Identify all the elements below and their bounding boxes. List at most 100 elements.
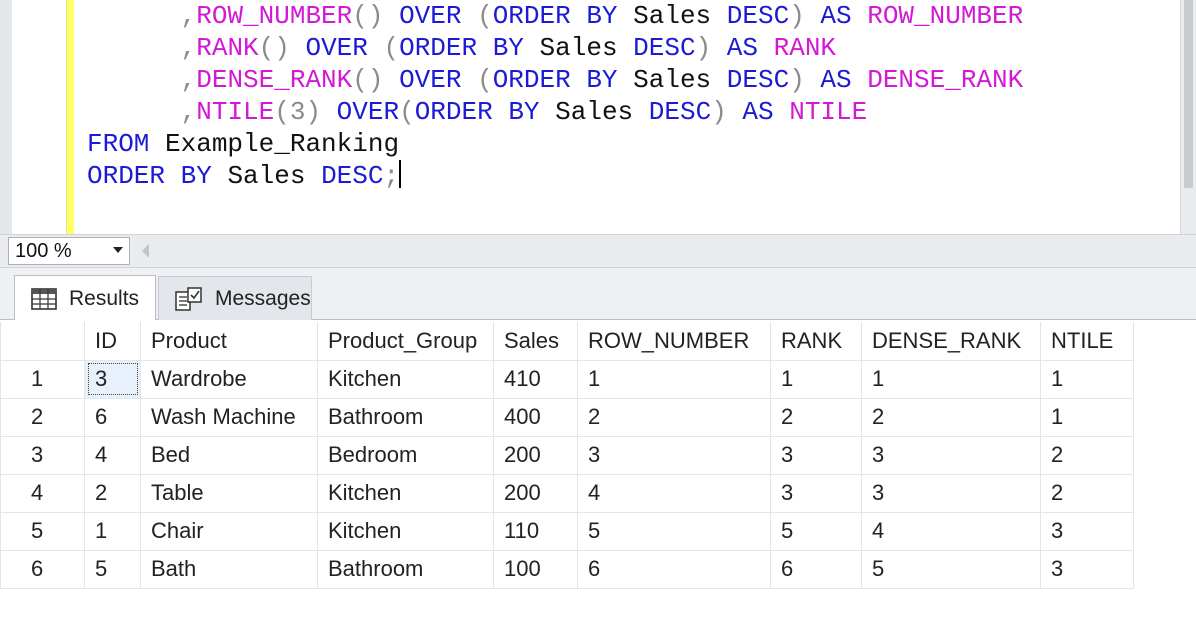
grid-cell[interactable]: 3 — [577, 435, 771, 475]
grid-cell[interactable]: 5 — [577, 511, 771, 551]
code-token: Sales — [227, 161, 322, 191]
grid-cell[interactable]: Bathroom — [317, 549, 494, 589]
code-line[interactable]: ,DENSE_RANK() OVER (ORDER BY Sales DESC)… — [87, 64, 1177, 96]
grid-cell[interactable]: Wardrobe — [140, 359, 318, 399]
grid-cell[interactable]: Kitchen — [317, 359, 494, 399]
grid-cell[interactable]: 100 — [493, 549, 578, 589]
grid-cell[interactable]: Chair — [140, 511, 318, 551]
grid-cell[interactable]: 5 — [770, 511, 862, 551]
grid-cell[interactable]: 2 — [84, 473, 141, 513]
grid-cell[interactable]: Bath — [140, 549, 318, 589]
code-text[interactable]: ,ROW_NUMBER() OVER (ORDER BY Sales DESC)… — [87, 0, 1177, 192]
zoom-dropdown[interactable]: 100 % — [8, 237, 130, 265]
code-token: Example_Ranking — [165, 129, 400, 159]
grid-cell[interactable]: 6 — [84, 397, 141, 437]
grid-cell[interactable]: 4 — [577, 473, 771, 513]
code-line[interactable]: ORDER BY Sales DESC; — [87, 160, 1177, 192]
column-header[interactable]: NTILE — [1040, 322, 1134, 361]
grid-cell[interactable]: 3 — [1040, 511, 1134, 551]
table-row[interactable]: 1 3 Wardrobe Kitchen 410 1 1 1 1 — [0, 359, 1134, 399]
code-line[interactable]: ,NTILE(3) OVER(ORDER BY Sales DESC) AS N… — [87, 96, 1177, 128]
row-number-cell[interactable]: 4 — [0, 473, 85, 513]
table-row[interactable]: 2 6 Wash Machine Bathroom 400 2 2 2 1 — [0, 397, 1134, 437]
row-number-cell[interactable]: 6 — [0, 549, 85, 589]
row-number-cell[interactable]: 3 — [0, 435, 85, 475]
grid-cell[interactable]: 6 — [577, 549, 771, 589]
grid-cell[interactable]: Bathroom — [317, 397, 494, 437]
table-row[interactable]: 5 1 Chair Kitchen 110 5 5 4 3 — [0, 511, 1134, 551]
grid-cell[interactable]: Kitchen — [317, 473, 494, 513]
column-header[interactable]: Product — [140, 322, 318, 361]
grid-cell[interactable]: 1 — [1040, 397, 1134, 437]
grid-cell[interactable]: 2 — [1040, 473, 1134, 513]
grid-cell[interactable]: 1 — [861, 359, 1041, 399]
code-line[interactable]: ,RANK() OVER (ORDER BY Sales DESC) AS RA… — [87, 32, 1177, 64]
grid-cell[interactable]: 1 — [577, 359, 771, 399]
tab-messages[interactable]: Messages — [158, 276, 312, 320]
grid-cell[interactable]: 1 — [770, 359, 862, 399]
grid-cell[interactable]: 2 — [861, 397, 1041, 437]
table-row[interactable]: 6 5 Bath Bathroom 100 6 6 5 3 — [0, 549, 1134, 589]
grid-cell[interactable]: 5 — [84, 549, 141, 589]
results-tabstrip: Results Messages — [0, 268, 1196, 321]
results-grid[interactable]: ID Product Product_Group Sales ROW_NUMBER RAN… — [0, 322, 1134, 589]
column-header[interactable]: RANK — [770, 322, 862, 361]
grid-cell[interactable]: 5 — [861, 549, 1041, 589]
grid-cell[interactable]: 110 — [493, 511, 578, 551]
code-token: ( — [477, 1, 493, 31]
row-number-cell[interactable]: 2 — [0, 397, 85, 437]
column-header[interactable]: Product_Group — [317, 322, 494, 361]
grid-cell[interactable]: 2 — [577, 397, 771, 437]
editor-scroll-thumb[interactable] — [1184, 0, 1193, 188]
grid-cell[interactable]: 3 — [861, 435, 1041, 475]
code-token: OVER — [399, 1, 478, 31]
grid-cell[interactable]: Table — [140, 473, 318, 513]
column-header[interactable]: ROW_NUMBER — [577, 322, 771, 361]
grid-cell[interactable]: 3 — [84, 359, 141, 399]
grid-cell[interactable]: 1 — [1040, 359, 1134, 399]
column-header[interactable]: DENSE_RANK — [861, 322, 1041, 361]
grid-cell[interactable]: 1 — [84, 511, 141, 551]
grid-cell[interactable]: Wash Machine — [140, 397, 318, 437]
query-editor[interactable]: ,ROW_NUMBER() OVER (ORDER BY Sales DESC)… — [0, 0, 1196, 234]
grid-cell[interactable]: 4 — [84, 435, 141, 475]
grid-body: 1 3 Wardrobe Kitchen 410 1 1 1 1 2 6 Wash Machine Ba… — [0, 359, 1134, 589]
row-number-cell[interactable]: 1 — [0, 359, 85, 399]
grid-cell[interactable]: 4 — [861, 511, 1041, 551]
grid-cell[interactable]: 400 — [493, 397, 578, 437]
code-token: () — [352, 1, 400, 31]
grid-cell[interactable]: 200 — [493, 473, 578, 513]
grid-cell[interactable]: 2 — [1040, 435, 1134, 475]
grid-corner-header[interactable] — [0, 322, 85, 361]
grid-cell[interactable]: Kitchen — [317, 511, 494, 551]
table-row[interactable]: 4 2 Table Kitchen 200 4 3 3 2 — [0, 473, 1134, 513]
tab-results[interactable]: Results — [14, 275, 156, 321]
code-token: ) — [789, 1, 821, 31]
row-number-cell[interactable]: 5 — [0, 511, 85, 551]
code-line[interactable]: ,ROW_NUMBER() OVER (ORDER BY Sales DESC)… — [87, 0, 1177, 32]
grid-cell[interactable]: Bedroom — [317, 435, 494, 475]
grid-cell[interactable]: 3 — [861, 473, 1041, 513]
table-row[interactable]: 3 4 Bed Bedroom 200 3 3 3 2 — [0, 435, 1134, 475]
code-token: ROW_NUMBER — [867, 1, 1024, 31]
chevron-down-icon[interactable] — [113, 247, 123, 253]
grid-cell[interactable]: 200 — [493, 435, 578, 475]
editor-vertical-scrollbar[interactable] — [1180, 0, 1196, 234]
grid-cell[interactable]: 3 — [770, 473, 862, 513]
grid-cell[interactable]: 410 — [493, 359, 578, 399]
grid-cell[interactable]: 2 — [770, 397, 862, 437]
scroll-left-icon[interactable] — [142, 244, 149, 258]
code-token: DESC — [726, 1, 790, 31]
code-line[interactable]: FROM Example_Ranking — [87, 128, 1177, 160]
grid-cell[interactable]: 3 — [1040, 549, 1134, 589]
grid-cell[interactable]: 3 — [770, 435, 862, 475]
code-token: DESC — [726, 65, 790, 95]
code-token: DESC — [648, 97, 712, 127]
column-header[interactable]: ID — [84, 322, 141, 361]
grid-cell[interactable]: 6 — [770, 549, 862, 589]
column-header[interactable]: Sales — [493, 322, 578, 361]
grid-cell[interactable]: Bed — [140, 435, 318, 475]
